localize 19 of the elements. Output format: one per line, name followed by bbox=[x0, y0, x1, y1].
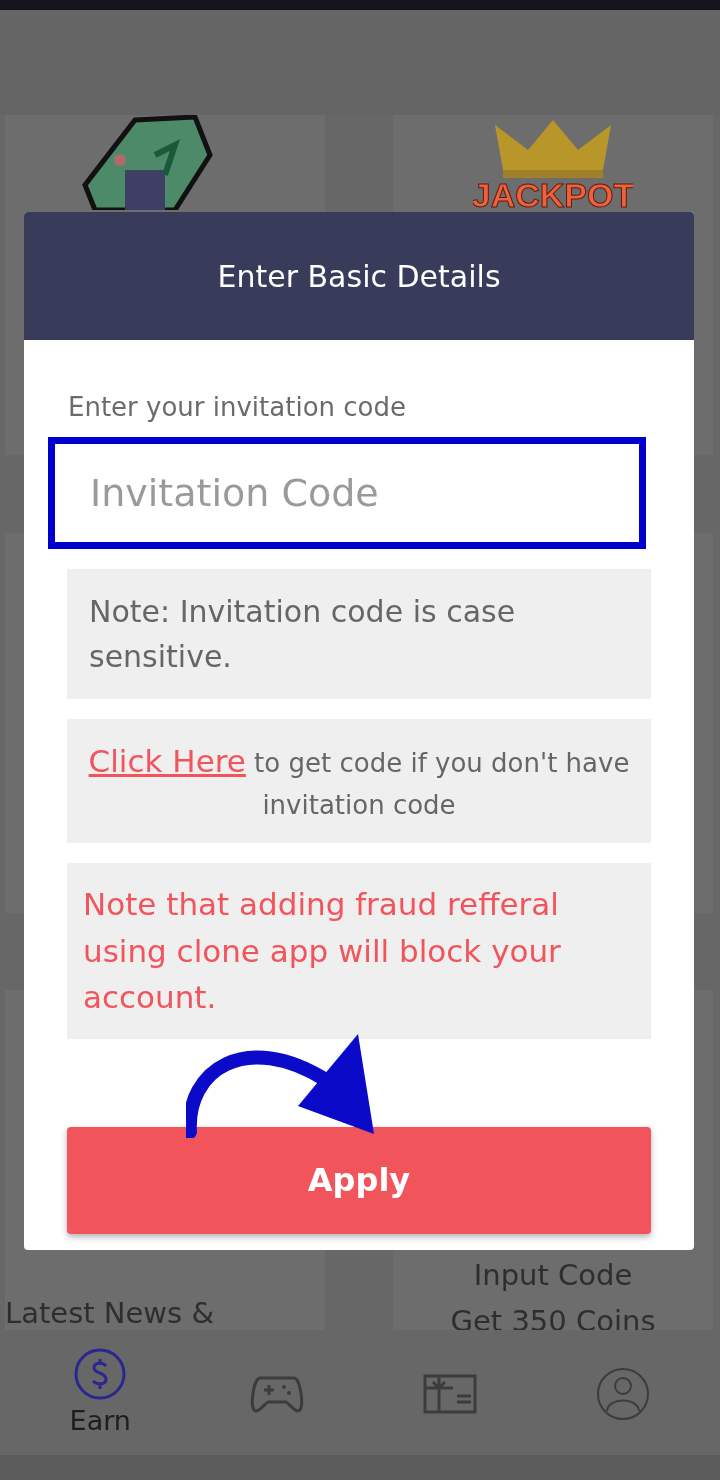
field-label: Enter your invitation code bbox=[68, 391, 407, 424]
note-text: Click Here to get code if you don't have invitation code bbox=[67, 719, 651, 844]
card-title: Input Code bbox=[473, 1257, 633, 1295]
gift-card-icon bbox=[423, 1374, 478, 1414]
nav-tab[interactable] bbox=[596, 1367, 651, 1421]
invitation-code-field[interactable]: Invitation Code bbox=[48, 437, 646, 549]
warning-text: Note that adding fraud refferal using clone app will block your account. bbox=[67, 863, 651, 1039]
dialog-title: Enter Basic Details bbox=[217, 257, 501, 296]
nav-tab[interactable] bbox=[250, 1374, 305, 1414]
nav-tab[interactable]: Earn bbox=[69, 1346, 131, 1442]
apply-button[interactable]: Apply bbox=[67, 1126, 651, 1234]
card-title: Latest News & bbox=[5, 1295, 215, 1331]
gamepad-icon bbox=[250, 1374, 305, 1414]
card-subtitle: Get 350 Coins bbox=[450, 1302, 656, 1331]
nav-tab[interactable] bbox=[423, 1374, 478, 1414]
profile-icon bbox=[596, 1367, 651, 1421]
click-here-link[interactable]: Click Here bbox=[88, 743, 246, 779]
dollar-icon bbox=[73, 1346, 128, 1401]
note-text: Note: Invitation code is case sensitive. bbox=[67, 569, 651, 699]
